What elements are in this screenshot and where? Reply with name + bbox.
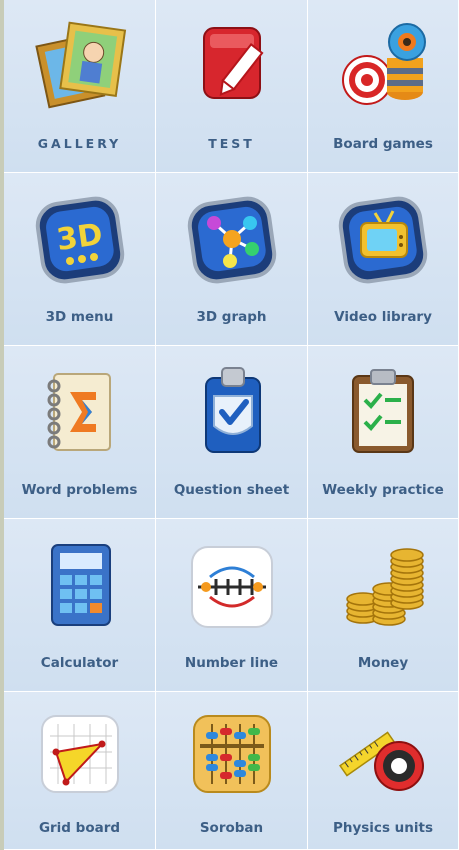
tile-label: 3D menu — [45, 309, 114, 325]
app-menu-grid: GALLERY TEST Board games 3D 3D menu 3D g… — [4, 0, 459, 850]
tile-question-sheet[interactable]: Question sheet — [156, 346, 308, 519]
tile-label: Word problems — [21, 482, 138, 498]
video-library-icon — [333, 187, 433, 293]
board-games-icon — [333, 14, 433, 120]
tile-label: GALLERY — [37, 136, 122, 151]
tile-grid-board[interactable]: Grid board — [4, 692, 156, 850]
soroban-icon — [182, 700, 282, 806]
tile-word-problems[interactable]: Word problems — [4, 346, 156, 519]
number-line-icon — [182, 533, 282, 639]
tile-label: TEST — [208, 136, 255, 151]
tile-calculator[interactable]: Calculator — [4, 519, 156, 692]
tile-3d-graph[interactable]: 3D graph — [156, 173, 308, 346]
tile-label: 3D graph — [196, 309, 267, 325]
3d-graph-icon — [182, 187, 282, 293]
physics-units-icon — [333, 700, 433, 806]
tile-label: Video library — [334, 309, 432, 325]
weekly-practice-icon — [333, 360, 433, 466]
tile-physics-units[interactable]: Physics units — [308, 692, 459, 850]
tile-label: Grid board — [38, 820, 121, 836]
tile-weekly-practice[interactable]: Weekly practice — [308, 346, 459, 519]
tile-label: Question sheet — [173, 482, 290, 498]
calculator-icon — [30, 533, 130, 639]
grid-board-icon — [30, 700, 130, 806]
test-icon — [182, 14, 282, 120]
svg-text:3D: 3D — [54, 217, 104, 258]
tile-money[interactable]: Money — [308, 519, 459, 692]
tile-soroban[interactable]: Soroban — [156, 692, 308, 850]
tile-label: Number line — [184, 655, 279, 671]
tile-label: Calculator — [40, 655, 119, 671]
tile-gallery[interactable]: GALLERY — [4, 0, 156, 173]
tile-video-library[interactable]: Video library — [308, 173, 459, 346]
question-sheet-icon — [182, 360, 282, 466]
tile-label: Soroban — [199, 820, 264, 836]
tile-board-games[interactable]: Board games — [308, 0, 459, 173]
word-problems-icon — [30, 360, 130, 466]
3d-menu-icon: 3D — [30, 187, 130, 293]
tile-3d-menu[interactable]: 3D 3D menu — [4, 173, 156, 346]
tile-label: Board games — [333, 136, 433, 152]
tile-label: Physics units — [332, 820, 434, 836]
money-icon — [333, 533, 433, 639]
gallery-icon — [30, 14, 130, 120]
tile-number-line[interactable]: Number line — [156, 519, 308, 692]
tile-test[interactable]: TEST — [156, 0, 308, 173]
tile-label: Money — [357, 655, 409, 671]
tile-label: Weekly practice — [322, 482, 444, 498]
